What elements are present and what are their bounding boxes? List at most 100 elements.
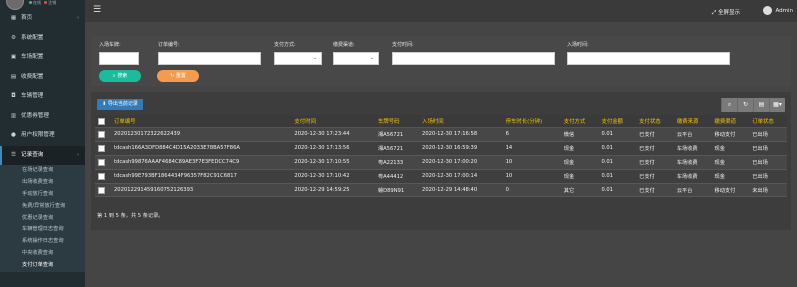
table-cell: 现金	[711, 169, 750, 184]
export-button[interactable]: ⬇ 导出当前记录	[97, 99, 143, 110]
field-pay-method: 支付方式: ⌄	[274, 36, 322, 65]
table-row[interactable]: tdcash166A3DFD884C4D15A2033E78BA57F86A 20…	[95, 141, 787, 156]
logout-link[interactable]: 注销	[48, 0, 56, 5]
table-cell: 2020-12-30 17:16:58	[419, 127, 503, 142]
submenu-item[interactable]: 系统操作日志查询	[0, 236, 85, 248]
table-cell: 湘A56721	[374, 127, 420, 142]
table-cell: 现金	[560, 155, 599, 170]
entry-time-input[interactable]	[567, 52, 730, 65]
submenu-item[interactable]: 出场收费查询	[0, 177, 85, 189]
submenu-item[interactable]: 支付订单查询	[0, 260, 85, 272]
column-header[interactable]: 支付金额	[598, 115, 637, 128]
menu-toggle-icon[interactable]: ☰	[93, 5, 101, 15]
submenu-item[interactable]: 免费/异常放行查询	[0, 201, 85, 213]
car-icon: ▣	[10, 54, 17, 60]
column-header[interactable]: 入场时间	[419, 115, 503, 128]
table-cell: 现金	[711, 155, 750, 170]
table-row[interactable]: tdcash99876AAAF4684C89AE3F7E3FEDCC74C9 20…	[95, 155, 787, 170]
table-cell: 已出场	[749, 141, 787, 156]
table-cell: 已支付	[636, 155, 674, 170]
refresh-icon[interactable]: ↻	[737, 98, 753, 112]
admin-name: Admin	[775, 8, 793, 14]
search-button[interactable]: ⌕ 搜索	[99, 70, 141, 82]
sidebar-item-4[interactable]: ◘ 车辆管理	[0, 87, 85, 107]
sidebar-item-2[interactable]: ▣ 车场配置	[0, 48, 85, 68]
vehicle-icon: ◘	[11, 93, 16, 99]
select-all-checkbox[interactable]	[98, 117, 105, 125]
sidebar-item-label: 车场配置	[21, 54, 44, 60]
submenu-item[interactable]: 在场记录查询	[0, 165, 85, 177]
row-select-cell	[95, 141, 111, 156]
table-cell: tdcash99876AAAF4684C89AE3F7E3FEDCC74C9	[111, 155, 292, 170]
chevron-down-icon: ⌄	[369, 55, 374, 61]
table-cell: 0.01	[598, 141, 637, 156]
row-checkbox[interactable]	[98, 172, 105, 180]
dashboard-icon: ▦	[10, 15, 17, 21]
sidebar-item-label: 车辆管理	[21, 93, 44, 99]
fullscreen-button[interactable]: ⤢ 全屏显示	[712, 8, 740, 17]
sidebar-item-5[interactable]: ▥ 优惠券管理	[0, 107, 85, 127]
row-checkbox[interactable]	[98, 144, 105, 152]
table-panel: ⬇ 导出当前记录 ⌕ ↻ ▤ ▦▾ 订单编号 支付时间 车牌号码 入场时间 停车时长(分…	[91, 92, 791, 230]
table-row[interactable]: tdcash99E793BF1864434F96357F82C91C6817 20…	[95, 169, 787, 184]
submenu-item[interactable]: 优惠记录查询	[0, 213, 85, 225]
table-toolbar: ⌕ ↻ ▤ ▦▾	[721, 98, 785, 112]
sidebar-item-3[interactable]: ▤ 收费配置	[0, 68, 85, 88]
user-icon: ●	[11, 132, 16, 138]
search-toggle-icon[interactable]: ⌕	[721, 98, 737, 112]
pay-time-input[interactable]	[392, 52, 555, 65]
table-cell: tdcash166A3DFD884C4D15A2033E78BA57F86A	[111, 141, 292, 156]
sidebar: 在线 注销 ▦ 首页 ‹ ⚙ 系统配置 ▣ 车场配置 ▤ 收费配置 ◘ 车辆管理 ▥ 优惠券管理 ● 用户权…	[0, 0, 85, 287]
pay-method-select[interactable]: ⌄	[274, 52, 322, 65]
column-header[interactable]: 停车时长(分钟)	[502, 115, 561, 128]
column-header[interactable]: 支付方式	[560, 115, 599, 128]
sidebar-item-1[interactable]: ⚙ 系统配置	[0, 29, 85, 49]
table-cell: 6	[502, 127, 561, 142]
table-cell: 移动支付	[711, 127, 750, 142]
orders-table: 订单编号 支付时间 车牌号码 入场时间 停车时长(分钟) 支付方式 支付金额 支付状态 缴费来源…	[95, 115, 787, 198]
table-row[interactable]: 20201230172322622439 2020-12-30 17:23:44 湘…	[95, 127, 787, 142]
table-cell: 已出场	[749, 169, 787, 184]
table-cell: 粤A22133	[374, 155, 420, 170]
column-header[interactable]: 缴费来源	[673, 115, 712, 128]
table-cell: 2020-12-30 17:10:42	[291, 169, 375, 184]
row-checkbox[interactable]	[98, 186, 105, 194]
reset-button[interactable]: ↻ 重置	[157, 70, 199, 82]
plate-input[interactable]	[99, 52, 139, 65]
field-pay-channel: 缴费渠道: ⌄	[333, 36, 379, 65]
table-cell: 2020-12-30 17:23:44	[291, 127, 375, 142]
row-checkbox[interactable]	[98, 130, 105, 138]
search-button-label: 搜索	[117, 73, 128, 79]
row-select-cell	[95, 183, 111, 198]
gear-icon: ⚙	[10, 34, 16, 41]
column-header[interactable]: 车牌号码	[374, 115, 420, 128]
table-cell: 2020-12-30 17:00:14	[419, 169, 503, 184]
submenu-item[interactable]: 中央收费查询	[0, 248, 85, 260]
order-no-input[interactable]	[158, 52, 261, 65]
column-header[interactable]: 订单编号	[111, 115, 292, 128]
table-cell: 14	[502, 141, 561, 156]
sidebar-item-label: 系统配置	[21, 34, 44, 41]
column-header[interactable]: 缴费渠道	[711, 115, 750, 128]
column-header[interactable]: 支付状态	[636, 115, 674, 128]
sidebar-item-0[interactable]: ▦ 首页 ‹	[0, 9, 85, 29]
sidebar-item-7[interactable]: ☰ 记录查询 ‹	[0, 145, 85, 165]
user-menu[interactable]: Admin	[763, 6, 793, 15]
table-row[interactable]: 202012291459160752126393 2020-12-29 14:59…	[95, 183, 787, 198]
column-header[interactable]: 支付时间	[291, 115, 375, 128]
table-cell: 已支付	[636, 183, 674, 198]
sidebar-item-6[interactable]: ● 用户权限管理	[0, 126, 85, 146]
submenu-item[interactable]: 车辆管理日志查询	[0, 224, 85, 236]
row-checkbox[interactable]	[98, 158, 105, 166]
logout-status-dot	[44, 1, 48, 4]
sidebar-submenu: 在场记录查询 出场收费查询 手动放行查询 免费/异常放行查询 优惠记录查询 车辆管理日志查…	[0, 165, 85, 273]
table-cell: 已出场	[749, 127, 787, 142]
online-status-dot	[29, 1, 32, 4]
sidebar-item-label: 收费配置	[21, 73, 44, 80]
column-header[interactable]: 订单状态	[749, 115, 787, 128]
toggle-view-icon[interactable]: ▤	[753, 98, 769, 112]
pay-channel-select[interactable]: ⌄	[333, 52, 379, 65]
columns-icon[interactable]: ▦▾	[769, 98, 785, 112]
field-entry-time: 入场时间:	[567, 36, 730, 65]
submenu-item[interactable]: 手动放行查询	[0, 189, 85, 201]
